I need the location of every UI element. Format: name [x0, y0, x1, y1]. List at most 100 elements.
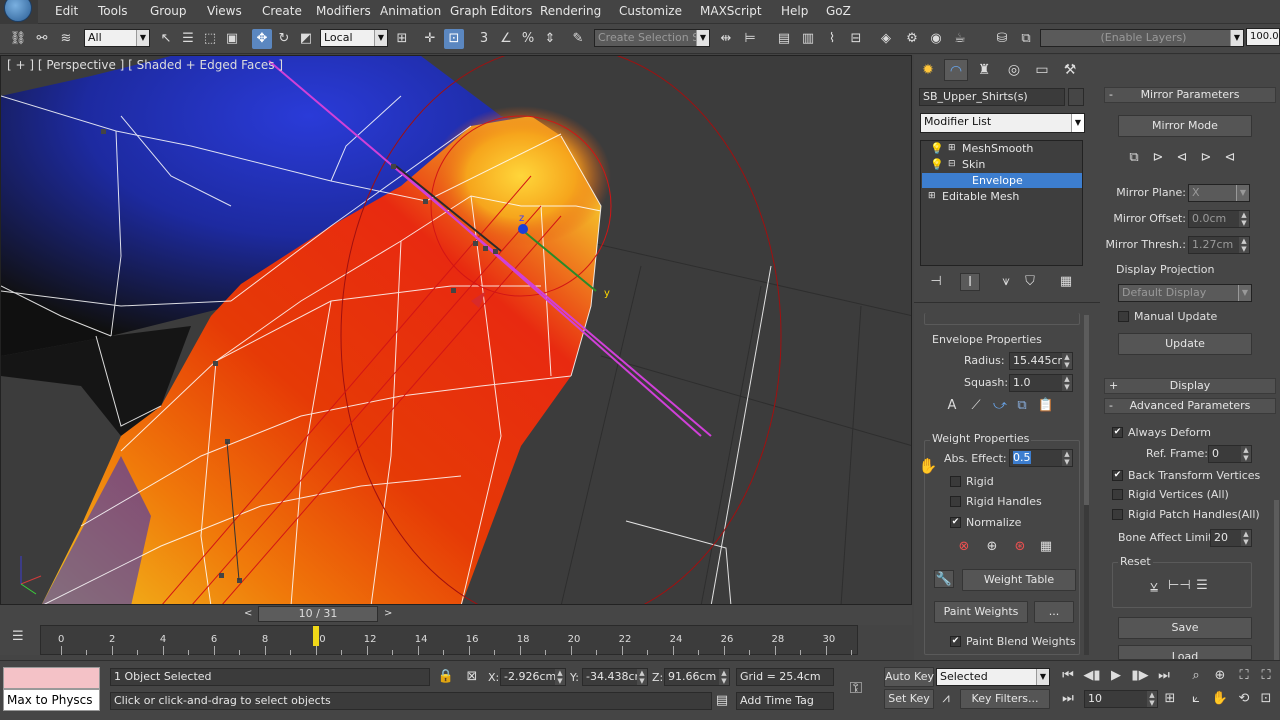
- expand-plus-icon[interactable]: ⊞: [948, 141, 956, 156]
- normalize-checkbox[interactable]: ✔: [950, 517, 961, 528]
- lightbulb-icon[interactable]: 💡: [930, 141, 944, 156]
- auto-key-button[interactable]: Auto Key: [884, 667, 934, 687]
- rigid-checkbox[interactable]: [950, 476, 961, 487]
- lightbulb-icon[interactable]: 💡: [930, 157, 944, 172]
- menu-animation[interactable]: Animation: [380, 4, 441, 18]
- hierarchy-tab-icon[interactable]: ♜: [972, 59, 996, 81]
- render-setup-icon[interactable]: ⚙: [902, 29, 922, 49]
- percent-snap-icon[interactable]: %: [518, 29, 538, 49]
- object-color-swatch[interactable]: [1068, 88, 1084, 106]
- stack-item-envelope[interactable]: Envelope: [922, 173, 1082, 188]
- keyboard-shortcut-override-icon[interactable]: ⊡: [444, 29, 464, 49]
- select-excluded-icon[interactable]: ⊛: [1010, 538, 1030, 556]
- key-tangent-icon[interactable]: ⩘: [936, 690, 956, 708]
- wrench-icon[interactable]: 🔧: [934, 570, 954, 588]
- key-mode-toggle-icon[interactable]: ⏭: [1058, 690, 1078, 708]
- select-and-scale-icon[interactable]: ◩: [296, 29, 316, 49]
- expand-plus-icon[interactable]: ⊞: [928, 189, 936, 204]
- paste-green-verts-icon[interactable]: ⊳: [1196, 149, 1216, 167]
- bake-weights-icon[interactable]: ▦: [1036, 538, 1056, 556]
- menu-goz[interactable]: GoZ: [826, 4, 851, 18]
- select-object-icon[interactable]: ↖: [156, 29, 176, 49]
- mini-curve-toggle[interactable]: ☰: [0, 625, 40, 655]
- layers-add-icon[interactable]: ⧉: [1016, 29, 1036, 49]
- menu-rendering[interactable]: Rendering: [540, 4, 601, 18]
- play-icon[interactable]: ▶: [1106, 667, 1126, 685]
- bone-affect-limit-spinner[interactable]: 20 ▲ ▼: [1210, 529, 1252, 547]
- panel-scrollbar[interactable]: [1084, 315, 1089, 655]
- reset-all-icon[interactable]: ☰: [1192, 577, 1212, 595]
- time-tag-icon[interactable]: ▤: [712, 692, 732, 710]
- envelope-visibility-icon[interactable]: A: [942, 397, 962, 415]
- radius-spinner[interactable]: 15.445cm ▲ ▼: [1009, 352, 1073, 370]
- window-crossing-icon[interactable]: ▣: [222, 29, 242, 49]
- spinner-snap-icon[interactable]: ⇕: [540, 29, 560, 49]
- viewport-label[interactable]: [ + ] [ Perspective ] [ Shaded + Edged F…: [7, 58, 283, 72]
- select-and-manipulate-icon[interactable]: ✛: [420, 29, 440, 49]
- abs-effect-spinner[interactable]: 0.5 ▲ ▼: [1009, 449, 1073, 467]
- scrollbar-thumb[interactable]: [1084, 315, 1089, 505]
- update-button[interactable]: Update: [1118, 333, 1252, 355]
- align-icon[interactable]: ⊨: [740, 29, 760, 49]
- stack-item-skin[interactable]: 💡 ⊟ Skin: [922, 157, 1082, 172]
- z-coord-field[interactable]: 91.66cm ▲ ▼: [664, 668, 730, 686]
- falloff-icon[interactable]: ⟋: [966, 397, 986, 415]
- pan-hand-icon[interactable]: ✋: [1210, 690, 1230, 708]
- paste-green-to-blue-icon[interactable]: ⊳: [1148, 149, 1168, 167]
- set-key-mode-icon[interactable]: ⚿: [846, 679, 866, 697]
- zoom-all-icon[interactable]: ⊕: [1210, 667, 1230, 685]
- show-end-result-icon[interactable]: I: [960, 273, 980, 291]
- go-to-end-icon[interactable]: ⏭: [1154, 667, 1174, 685]
- reset-bone-icon[interactable]: ⊢⊣: [1168, 577, 1191, 595]
- mirror-thresh-spinner[interactable]: 1.27cm ▲ ▼: [1188, 236, 1250, 254]
- spinner-arrows-icon[interactable]: ▲ ▼: [1062, 375, 1072, 391]
- lock-icon[interactable]: 🔒: [436, 668, 456, 686]
- layer-manager-icon[interactable]: ▤: [774, 29, 794, 49]
- edit-named-selection-icon[interactable]: ✎: [568, 29, 588, 49]
- menu-tools[interactable]: Tools: [98, 4, 128, 18]
- mirror-paste-icon[interactable]: ⧉: [1124, 149, 1144, 167]
- field-of-view-icon[interactable]: ⟀: [1186, 690, 1206, 708]
- key-filters-button[interactable]: Key Filters...: [960, 689, 1050, 709]
- squash-spinner[interactable]: 1.0 ▲ ▼: [1009, 374, 1073, 392]
- create-tab-icon[interactable]: ✹: [916, 59, 940, 81]
- motion-tab-icon[interactable]: ◎: [1002, 59, 1026, 81]
- rectangular-selection-icon[interactable]: ⬚: [200, 29, 220, 49]
- mirror-parameters-header[interactable]: - Mirror Parameters: [1104, 87, 1276, 103]
- spinner-arrows-icon[interactable]: ▲ ▼: [1062, 450, 1072, 466]
- paste-envelope-icon[interactable]: 📋: [1036, 397, 1056, 415]
- maxscript-listener-white[interactable]: Max to Physcs: [3, 689, 100, 711]
- object-name-field[interactable]: SB_Upper_Shirts(s): [919, 88, 1065, 106]
- layers-toolbar-icon[interactable]: ⛁: [992, 29, 1012, 49]
- prev-frame-arrow-icon[interactable]: <: [244, 608, 252, 619]
- rigid-handles-checkbox[interactable]: [950, 496, 961, 507]
- spinner-arrows-icon[interactable]: ▲ ▼: [1239, 211, 1249, 227]
- app-logo-button[interactable]: [0, 0, 38, 24]
- y-coord-field[interactable]: -34.438cm ▲ ▼: [582, 668, 648, 686]
- mirror-mode-button[interactable]: Mirror Mode: [1118, 115, 1252, 137]
- include-verts-icon[interactable]: ⊕: [982, 538, 1002, 556]
- maxscript-listener-pink[interactable]: [3, 667, 100, 689]
- select-and-link-icon[interactable]: ⛓: [8, 29, 28, 49]
- absolute-transform-icon[interactable]: ⊠: [462, 668, 482, 686]
- back-transform-checkbox[interactable]: ✔: [1112, 470, 1123, 481]
- paste-blue-verts-icon[interactable]: ⊲: [1220, 149, 1240, 167]
- zoom-extents-icon[interactable]: ⛶: [1234, 667, 1254, 685]
- load-button[interactable]: Load: [1118, 645, 1252, 660]
- go-to-start-icon[interactable]: ⏮: [1058, 667, 1078, 685]
- paint-options-button[interactable]: ...: [1034, 601, 1074, 623]
- display-header[interactable]: + Display: [1104, 378, 1276, 394]
- spinner-arrows-icon[interactable]: ▲ ▼: [1147, 691, 1157, 707]
- schematic-view-icon[interactable]: ⊟: [846, 29, 866, 49]
- remove-modifier-icon[interactable]: ⛉: [1020, 273, 1040, 291]
- spinner-arrows-icon[interactable]: ▲ ▼: [1239, 237, 1249, 253]
- menu-customize[interactable]: Customize: [619, 4, 682, 18]
- snaps-toggle-icon[interactable]: 3: [474, 29, 494, 49]
- spinner-arrows-icon[interactable]: ▲ ▼: [1062, 353, 1072, 369]
- select-by-name-icon[interactable]: ☰: [178, 29, 198, 49]
- layers-value-field[interactable]: 100.0: [1246, 28, 1280, 46]
- utilities-tab-icon[interactable]: ⚒: [1058, 59, 1082, 81]
- spinner-arrows-icon[interactable]: ▲ ▼: [1241, 446, 1251, 462]
- select-and-move-icon[interactable]: ✥: [252, 29, 272, 49]
- stack-item-meshsmooth[interactable]: 💡 ⊞ MeshSmooth: [922, 141, 1082, 156]
